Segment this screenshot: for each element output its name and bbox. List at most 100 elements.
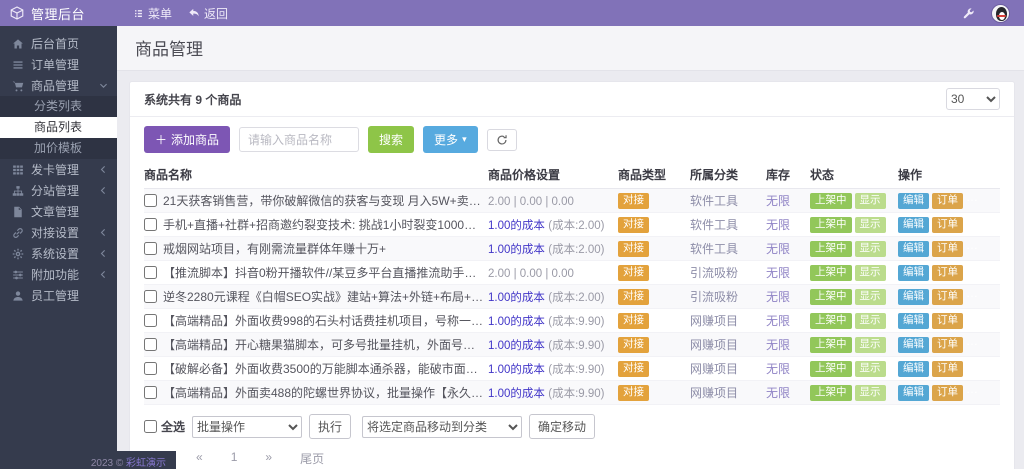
page-size-select[interactable]: 30 bbox=[946, 88, 1000, 110]
row-checkbox[interactable] bbox=[144, 290, 157, 303]
row-checkbox[interactable] bbox=[144, 242, 157, 255]
bulk-action-select[interactable]: 批量操作 bbox=[192, 415, 303, 438]
sidebar-subitem-markup-template[interactable]: 加价模板 bbox=[0, 138, 117, 159]
category-label[interactable]: 引流吸粉 bbox=[690, 290, 738, 304]
edit-button[interactable]: 编辑 bbox=[898, 192, 929, 209]
order-button[interactable]: 订单 bbox=[932, 288, 963, 305]
status-badge-on-shelf[interactable]: 上架中 bbox=[810, 312, 852, 329]
pagination-last[interactable]: 尾页 bbox=[300, 450, 324, 467]
more-button[interactable]: 更多 ▾ bbox=[423, 126, 478, 153]
execute-button[interactable]: 执行 bbox=[309, 414, 352, 439]
order-button[interactable]: 订单 bbox=[932, 384, 963, 401]
category-label[interactable]: 引流吸粉 bbox=[690, 266, 738, 280]
row-checkbox[interactable] bbox=[144, 386, 157, 399]
edit-button[interactable]: 编辑 bbox=[898, 312, 929, 329]
refresh-button[interactable] bbox=[486, 128, 517, 151]
status-badge-on-shelf[interactable]: 上架中 bbox=[810, 360, 852, 377]
status-badge-on-shelf[interactable]: 上架中 bbox=[810, 264, 852, 281]
sidebar-subitem-product-list[interactable]: 商品列表 bbox=[0, 117, 117, 138]
status-badge-visible[interactable]: 显示 bbox=[854, 384, 886, 401]
row-checkbox[interactable] bbox=[144, 218, 157, 231]
row-checkbox[interactable] bbox=[144, 194, 157, 207]
status-badge-on-shelf[interactable]: 上架中 bbox=[810, 336, 852, 353]
status-badge-visible[interactable]: 显示 bbox=[854, 264, 886, 281]
sidebar-item-orders[interactable]: 订单管理 bbox=[0, 54, 117, 75]
status-badge-on-shelf[interactable]: 上架中 bbox=[810, 240, 852, 257]
user-avatar[interactable] bbox=[991, 3, 1010, 23]
status-badge-visible[interactable]: 显示 bbox=[854, 288, 886, 305]
category-label[interactable]: 软件工具 bbox=[690, 242, 738, 256]
row-checkbox[interactable] bbox=[144, 362, 157, 375]
sidebar-item-products[interactable]: 商品管理 bbox=[0, 75, 117, 96]
row-checkbox[interactable] bbox=[144, 314, 157, 327]
sidebar-item-home[interactable]: 后台首页 bbox=[0, 33, 117, 54]
category-label[interactable]: 软件工具 bbox=[690, 218, 738, 232]
status-badge-visible[interactable]: 显示 bbox=[854, 312, 886, 329]
brand[interactable]: 管理后台 bbox=[0, 4, 117, 23]
price-cost-link[interactable]: 1.00的成本 bbox=[488, 220, 545, 232]
price-cost-link[interactable]: 1.00的成本 bbox=[488, 388, 545, 400]
price-cost-link[interactable]: 1.00的成本 bbox=[488, 292, 545, 304]
select-all[interactable]: 全选 bbox=[144, 418, 185, 435]
sidebar-subitem-categories[interactable]: 分类列表 bbox=[0, 96, 117, 117]
menu-toggle[interactable]: 菜单 bbox=[133, 5, 172, 22]
price-cost-link[interactable]: 1.00的成本 bbox=[488, 244, 545, 256]
status-badge-visible[interactable]: 显示 bbox=[854, 216, 886, 233]
pagination-page-1[interactable]: 1 bbox=[231, 450, 238, 467]
price-cost-link[interactable]: 1.00的成本 bbox=[488, 340, 545, 352]
order-button[interactable]: 订单 bbox=[932, 336, 963, 353]
search-input[interactable] bbox=[239, 127, 360, 152]
sidebar-item-staff[interactable]: 员工管理 bbox=[0, 285, 117, 306]
status-badge-on-shelf[interactable]: 上架中 bbox=[810, 288, 852, 305]
category-label[interactable]: 网赚项目 bbox=[690, 362, 738, 376]
confirm-move-button[interactable]: 确定移动 bbox=[529, 414, 596, 439]
select-all-checkbox[interactable] bbox=[144, 420, 157, 433]
pagination-prev[interactable]: « bbox=[196, 450, 203, 467]
status-badge-visible[interactable]: 显示 bbox=[854, 336, 886, 353]
row-checkbox[interactable] bbox=[144, 266, 157, 279]
price-cost-note: (成本:9.90) bbox=[548, 363, 605, 376]
category-label[interactable]: 网赚项目 bbox=[690, 314, 738, 328]
category-label[interactable]: 网赚项目 bbox=[690, 338, 738, 352]
status-badge-on-shelf[interactable]: 上架中 bbox=[810, 384, 852, 401]
status-badge-on-shelf[interactable]: 上架中 bbox=[810, 192, 852, 209]
wrench-icon[interactable] bbox=[962, 7, 975, 20]
order-button[interactable]: 订单 bbox=[932, 240, 963, 257]
category-label[interactable]: 软件工具 bbox=[690, 194, 738, 208]
edit-button[interactable]: 编辑 bbox=[898, 384, 929, 401]
sidebar-item-integration[interactable]: 对接设置 bbox=[0, 222, 117, 243]
order-button[interactable]: 订单 bbox=[932, 360, 963, 377]
stock-label: 无限 bbox=[766, 194, 791, 208]
sidebar-item-cards[interactable]: 发卡管理 bbox=[0, 159, 117, 180]
price-cost-link[interactable]: 1.00的成本 bbox=[488, 364, 545, 376]
price-cost-link[interactable]: 1.00的成本 bbox=[488, 316, 545, 328]
price-tiers: 2.00 | 0.00 | 0.00 bbox=[488, 267, 574, 280]
edit-button[interactable]: 编辑 bbox=[898, 264, 929, 281]
edit-button[interactable]: 编辑 bbox=[898, 360, 929, 377]
sidebar-item-system[interactable]: 系统设置 bbox=[0, 243, 117, 264]
edit-button[interactable]: 编辑 bbox=[898, 240, 929, 257]
move-category-select[interactable]: 将选定商品移动到分类 bbox=[362, 415, 523, 438]
add-product-button[interactable]: ＋ 添加商品 bbox=[144, 126, 231, 153]
order-button[interactable]: 订单 bbox=[932, 216, 963, 233]
order-button[interactable]: 订单 bbox=[932, 192, 963, 209]
category-label[interactable]: 网赚项目 bbox=[690, 386, 738, 400]
edit-button[interactable]: 编辑 bbox=[898, 288, 929, 305]
back-button[interactable]: 返回 bbox=[188, 5, 228, 22]
sidebar-item-substations[interactable]: 分站管理 bbox=[0, 180, 117, 201]
status-badge-visible[interactable]: 显示 bbox=[854, 360, 886, 377]
edit-button[interactable]: 编辑 bbox=[898, 336, 929, 353]
pagination-next[interactable]: » bbox=[265, 450, 272, 467]
order-button[interactable]: 订单 bbox=[932, 312, 963, 329]
status-badge-on-shelf[interactable]: 上架中 bbox=[810, 216, 852, 233]
status-badge-visible[interactable]: 显示 bbox=[854, 192, 886, 209]
order-button[interactable]: 订单 bbox=[932, 264, 963, 281]
stock-cell: 无限 bbox=[766, 188, 810, 213]
status-badge-visible[interactable]: 显示 bbox=[854, 240, 886, 257]
search-button[interactable]: 搜索 bbox=[368, 126, 415, 153]
sidebar-item-articles[interactable]: 文章管理 bbox=[0, 201, 117, 222]
edit-button[interactable]: 编辑 bbox=[898, 216, 929, 233]
sidebar-item-addons[interactable]: 附加功能 bbox=[0, 264, 117, 285]
link-icon bbox=[12, 227, 24, 239]
row-checkbox[interactable] bbox=[144, 338, 157, 351]
